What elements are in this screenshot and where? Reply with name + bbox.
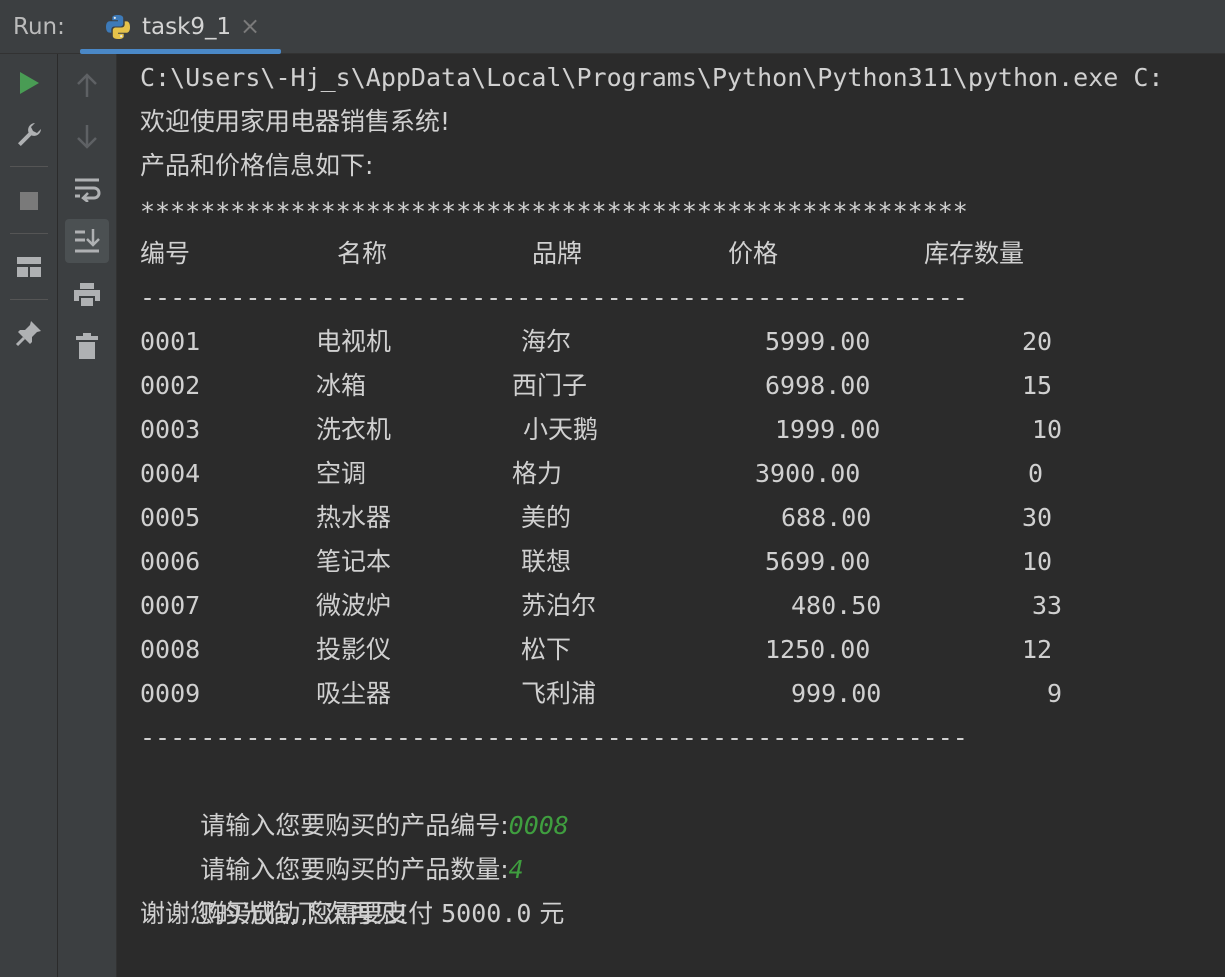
toolbar-separator [10,166,48,167]
row-brand: 海尔 [521,327,572,356]
goodbye-line: 谢谢您的光临,下次再见! [140,899,408,928]
row-price: 5699.00 [765,547,871,576]
row-stock: 10 [1032,415,1063,444]
row-brand: 苏泊尔 [521,591,597,620]
table-row: 0005 热水器 美的 688.00 30 [140,496,1140,540]
table-row: 0008 投影仪 松下 1250.00 12 [140,628,1140,672]
row-name: 电视机 [316,327,392,356]
row-price: 1999.00 [775,415,881,444]
arrow-up-icon[interactable] [65,63,109,107]
trash-icon[interactable] [65,324,109,368]
row-stock: 0 [1028,459,1044,488]
scroll-to-end-icon[interactable] [65,219,109,263]
row-price: 688.00 [781,503,872,532]
row-brand: 美的 [521,503,572,532]
header-stock: 库存数量 [924,239,1025,268]
row-name: 热水器 [316,503,392,532]
table-row: 0009 吸尘器 飞利浦 999.00 9 [140,672,1140,716]
row-price: 6998.00 [765,371,871,400]
info-line: 产品和价格信息如下: [140,151,374,180]
arrow-down-icon[interactable] [65,115,109,159]
result-line: 购买成功,您需要支付 5000.0 元 [140,848,564,928]
soft-wrap-icon[interactable] [65,167,109,211]
run-label: Run: [13,14,65,40]
row-code: 0006 [140,547,201,576]
table-row: 0002 冰箱 西门子 6998.00 15 [140,364,1140,408]
print-icon[interactable] [65,273,109,317]
table-row: 0003 洗衣机 小天鹅 1999.00 10 [140,408,1140,452]
row-code: 0002 [140,371,201,400]
header-brand: 品牌 [532,239,583,268]
row-stock: 9 [1047,679,1063,708]
console-output[interactable]: C:\Users\-Hj_s\AppData\Local\Programs\Py… [117,54,1225,977]
row-brand: 飞利浦 [521,679,597,708]
header-name: 名称 [337,239,388,268]
toolbar-separator [10,233,48,234]
row-stock: 15 [1022,371,1053,400]
layout-icon[interactable] [7,245,51,289]
row-brand: 西门子 [512,371,588,400]
row-price: 480.50 [791,591,882,620]
row-name: 冰箱 [316,371,367,400]
run-tool-window-header: Run: task9_1 × [0,0,1225,54]
close-icon[interactable]: × [240,12,260,40]
result-amount: 5000.0 [441,899,532,928]
run-icon[interactable] [7,61,51,105]
row-stock: 10 [1022,547,1053,576]
row-stock: 33 [1032,591,1063,620]
row-name: 笔记本 [316,547,392,576]
row-name: 投影仪 [316,635,392,664]
tab-task9-1[interactable]: task9_1 × [80,0,281,54]
table-row: 0006 笔记本 联想 5699.00 10 [140,540,1140,584]
row-brand: 联想 [521,547,572,576]
tab-title: task9_1 [142,14,232,40]
welcome-line: 欢迎使用家用电器销售系统! [140,107,451,136]
result-suffix: 元 [531,899,565,928]
row-name: 空调 [316,459,367,488]
table-row: 0001 电视机 海尔 5999.00 20 [140,320,1140,364]
header-price: 价格 [728,239,779,268]
console-toolbar [58,54,117,977]
row-brand: 格力 [512,459,563,488]
table-row: 0004 空调 格力 3900.00 0 [140,452,1140,496]
row-price: 3900.00 [755,459,861,488]
row-price: 1250.00 [765,635,871,664]
row-price: 999.00 [791,679,882,708]
row-brand: 松下 [521,635,572,664]
stop-icon[interactable] [7,179,51,223]
row-stock: 12 [1022,635,1053,664]
python-icon [104,13,132,41]
row-code: 0001 [140,327,201,356]
table-header: 编号 名称 品牌 价格 库存数量 [140,232,1140,276]
pin-icon[interactable] [7,311,51,355]
command-line: C:\Users\-Hj_s\AppData\Local\Programs\Py… [140,63,1164,92]
row-code: 0007 [140,591,201,620]
run-toolbar-left [0,54,58,977]
toolbar-separator [10,299,48,300]
row-code: 0003 [140,415,201,444]
header-code: 编号 [140,239,191,268]
row-code: 0005 [140,503,201,532]
row-price: 5999.00 [765,327,871,356]
row-name: 吸尘器 [316,679,392,708]
table-row: 0007 微波炉 苏泊尔 480.50 33 [140,584,1140,628]
row-code: 0004 [140,459,201,488]
row-stock: 20 [1022,327,1053,356]
row-code: 0008 [140,635,201,664]
prompt-qty-line: 请输入您要购买的产品数量:4 [140,804,524,884]
row-stock: 30 [1022,503,1053,532]
row-brand: 小天鹅 [523,415,599,444]
dash-divider: ----------------------------------------… [140,723,968,752]
star-divider: ****************************************… [140,197,968,226]
row-name: 洗衣机 [316,415,392,444]
wrench-icon[interactable] [7,113,51,157]
row-code: 0009 [140,679,201,708]
dash-divider: ----------------------------------------… [140,283,968,312]
row-name: 微波炉 [316,591,392,620]
prompt-code-line: 请输入您要购买的产品编号:0008 [140,760,569,840]
